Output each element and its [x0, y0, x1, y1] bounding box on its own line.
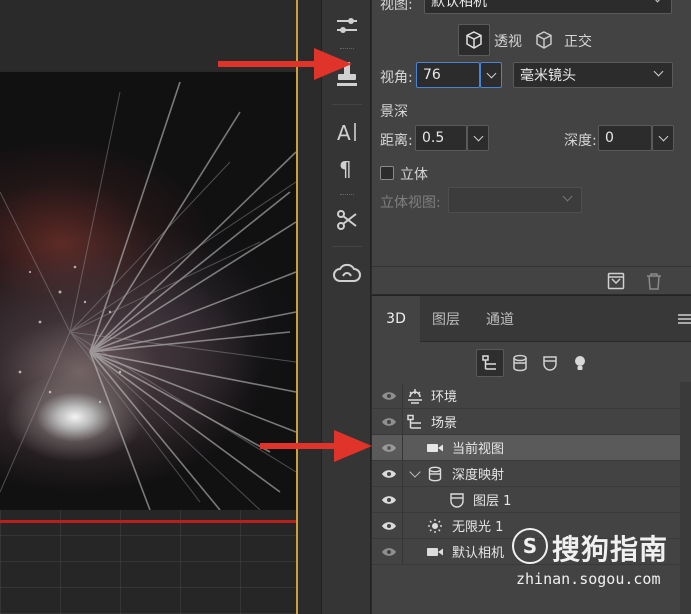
chevron-down-icon — [486, 68, 496, 78]
stereo-label: 立体 — [400, 167, 428, 183]
ground-plane-edge — [0, 520, 297, 523]
orthographic-button[interactable] — [532, 24, 556, 56]
fov-input[interactable]: 76 — [416, 62, 480, 88]
list-item-scene[interactable]: 场景 — [372, 409, 680, 435]
distance-value: 0.5 — [422, 130, 445, 146]
stereo-view-label: 立体视图: — [380, 195, 441, 211]
depth-dropdown-button[interactable] — [652, 125, 674, 151]
eye-icon[interactable] — [380, 539, 398, 565]
character-icon[interactable]: A — [322, 112, 372, 152]
panel-icon-toolbar: A ¶ — [321, 0, 371, 614]
materials-filter-icon[interactable] — [536, 349, 564, 377]
row-label-depth-map: 深度映射 — [452, 468, 505, 483]
paragraph-icon[interactable]: ¶ — [322, 148, 372, 188]
chevron-down-icon — [652, 0, 663, 3]
distance-dropdown-button[interactable] — [467, 125, 489, 151]
view-dropdown[interactable]: 默认相机 — [424, 0, 672, 14]
whole-scene-filter-icon[interactable] — [476, 349, 504, 377]
perspective-button[interactable] — [458, 24, 490, 56]
svg-text:A: A — [337, 121, 351, 145]
row-label-layer-1: 图层 1 — [473, 494, 512, 509]
sogou-logo: S — [512, 528, 548, 564]
depth-value: 0 — [605, 130, 614, 146]
3d-filter-bar — [372, 343, 691, 383]
fov-value: 76 — [423, 67, 441, 83]
watermark-title: 搜狗指南 — [552, 533, 669, 566]
orthographic-cube-icon — [536, 31, 552, 49]
camera-icon — [426, 435, 444, 461]
tool-presets-icon[interactable] — [322, 200, 372, 240]
ground-plane — [0, 510, 297, 614]
panel-scrollbar[interactable] — [680, 382, 691, 614]
speed-streaks — [0, 81, 297, 510]
mesh-icon — [426, 461, 444, 487]
explosion-image — [0, 72, 297, 510]
row-label-default-camera: 默认相机 — [452, 546, 505, 561]
lens-unit-value: 毫米镜头 — [520, 68, 576, 84]
light-icon — [426, 513, 444, 539]
tab-layers[interactable]: 图层 — [420, 296, 472, 342]
stereo-view-dropdown[interactable] — [448, 187, 582, 213]
chevron-down-icon — [562, 191, 573, 202]
list-item-layer-1[interactable]: 图层 1 — [372, 487, 680, 513]
lights-filter-icon[interactable] — [566, 349, 594, 377]
eye-icon[interactable] — [380, 383, 398, 409]
chevron-down-icon[interactable] — [406, 461, 424, 487]
panel-divider — [372, 266, 691, 267]
scene-icon — [406, 409, 424, 435]
row-label-environment: 环境 — [431, 390, 458, 405]
tab-3d[interactable]: 3D — [372, 296, 420, 342]
annotation-arrow-current-view — [260, 430, 372, 462]
perspective-cube-icon — [466, 31, 482, 49]
eye-icon[interactable] — [380, 461, 398, 487]
watermark-url: zhinan.sogou.com — [516, 570, 661, 588]
list-item-depth-map[interactable]: 深度映射 — [372, 461, 680, 487]
eye-icon[interactable] — [380, 487, 398, 513]
canvas-border — [296, 0, 298, 614]
camera-icon — [426, 539, 444, 565]
render-document-icon[interactable] — [606, 271, 626, 291]
fov-dropdown-button[interactable] — [480, 62, 502, 88]
view-dropdown-value: 默认相机 — [431, 0, 487, 10]
creative-cloud-libraries-icon[interactable] — [322, 254, 372, 294]
environment-icon — [406, 383, 424, 409]
list-item-current-view[interactable]: 当前视图 — [372, 435, 680, 461]
list-item-environment[interactable]: 环境 — [372, 383, 680, 409]
tab-channels[interactable]: 通道 — [472, 296, 528, 342]
row-label-scene: 场景 — [431, 416, 458, 431]
distance-label: 距离: — [380, 133, 413, 149]
material-icon — [448, 487, 466, 513]
distance-input[interactable]: 0.5 — [415, 125, 467, 151]
dof-heading: 景深 — [380, 104, 408, 120]
fov-label: 视角: — [380, 70, 413, 86]
panel-menu-icon[interactable] — [678, 314, 691, 324]
chevron-down-icon — [653, 66, 664, 77]
annotation-arrow-fov — [218, 48, 352, 80]
depth-label: 深度: — [564, 133, 597, 149]
row-label-current-view: 当前视图 — [452, 442, 505, 457]
stereo-checkbox[interactable] — [380, 166, 394, 180]
eye-icon[interactable] — [380, 513, 398, 539]
meshes-filter-icon[interactable] — [506, 349, 534, 377]
lens-unit-dropdown[interactable]: 毫米镜头 — [513, 62, 673, 88]
depth-input[interactable]: 0 — [598, 125, 652, 151]
chevron-down-icon — [473, 131, 483, 141]
eye-icon[interactable] — [380, 409, 398, 435]
view-label: 视图: — [380, 0, 413, 13]
chevron-down-icon — [658, 131, 668, 141]
perspective-label[interactable]: 透视 — [494, 31, 522, 51]
orthographic-label[interactable]: 正交 — [564, 31, 592, 51]
document-canvas[interactable] — [0, 0, 297, 614]
adjustments-sliders-icon[interactable] — [322, 6, 372, 46]
trash-icon[interactable] — [644, 271, 664, 291]
properties-panel: 视图: 默认相机 透视 正交 视角: 76 毫米镜头 景深 距离: 0.5 深度… — [372, 0, 691, 294]
eye-icon[interactable] — [380, 435, 398, 461]
svg-text:¶: ¶ — [339, 157, 352, 181]
row-label-infinite-light: 无限光 1 — [452, 520, 504, 535]
panel-tabbar: 3D 图层 通道 — [372, 296, 691, 342]
